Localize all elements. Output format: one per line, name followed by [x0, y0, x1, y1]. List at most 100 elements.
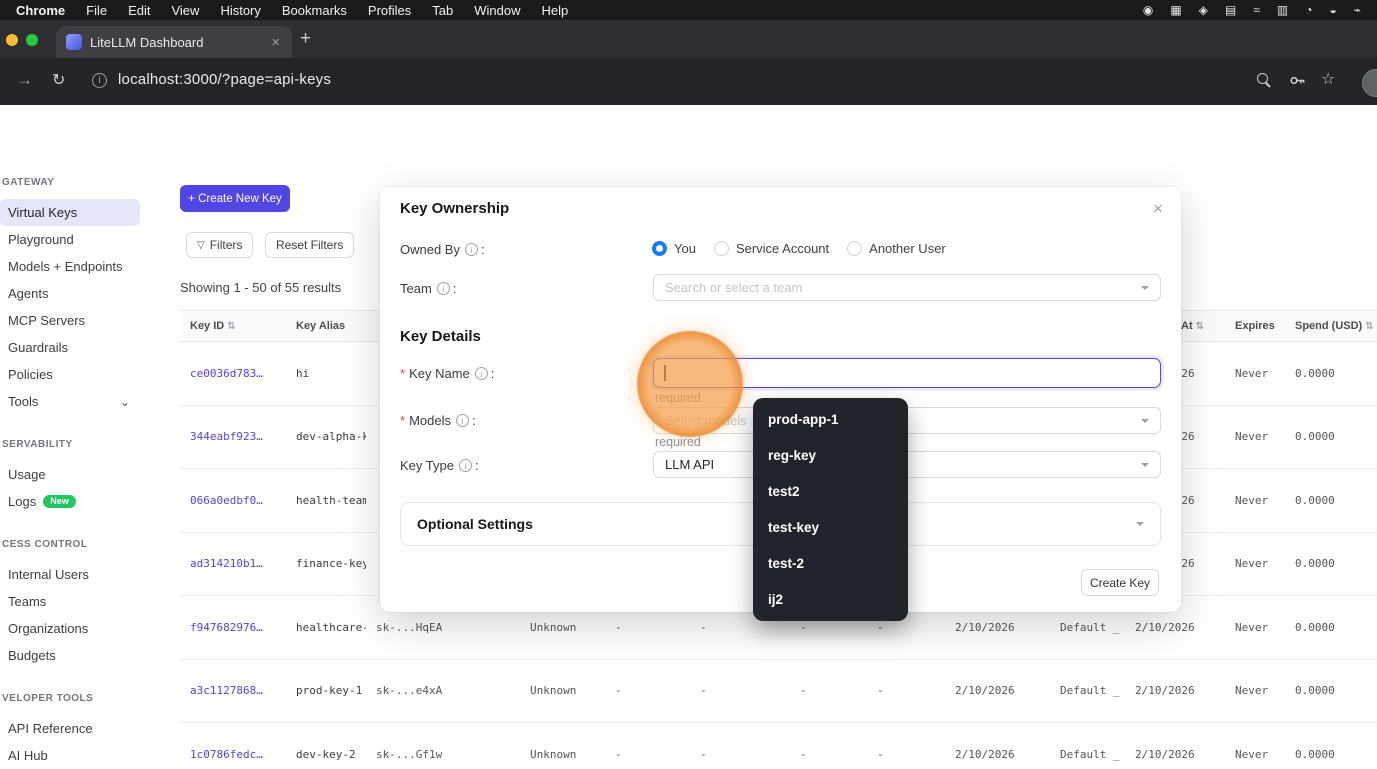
menubar-status-icon[interactable]: ◉ [1143, 0, 1153, 20]
radio-you[interactable]: You [652, 241, 696, 256]
menu-tab[interactable]: Tab [432, 3, 453, 18]
password-key-icon[interactable] [1288, 71, 1307, 95]
sidebar-item-budgets[interactable]: Budgets [0, 642, 140, 669]
new-tab-button[interactable]: + [300, 28, 311, 50]
create-key-button[interactable]: Create Key [1081, 569, 1159, 596]
menu-file[interactable]: File [86, 3, 107, 18]
radio-service-account[interactable]: Service Account [713, 241, 829, 256]
models-label-text: Models [409, 413, 451, 428]
sidebar-item-policies[interactable]: Policies [0, 361, 140, 388]
browser-tab[interactable]: LiteLLM Dashboard × [56, 26, 292, 58]
sidebar-item-tools[interactable]: Tools ⌄ [0, 388, 140, 415]
table-cell: 0.0000 [1295, 620, 1335, 634]
reset-filters-button[interactable]: Reset Filters [265, 232, 355, 258]
sidebar-item-label: AI Hub [8, 748, 48, 763]
sidebar-item-models-endpoints[interactable]: Models + Endpoints [0, 253, 140, 280]
key-id-link[interactable]: ad314210b1… [180, 557, 286, 570]
suggestion-test-2[interactable]: test-2 [753, 545, 908, 581]
sort-icon[interactable]: ⇅ [1196, 321, 1204, 332]
menu-help[interactable]: Help [542, 3, 569, 18]
menu-chrome[interactable]: Chrome [16, 3, 65, 18]
menubar-status-icon[interactable]: ▦ [1170, 0, 1181, 20]
key-id-link[interactable]: 1c0786fedc… [180, 748, 286, 761]
key-id-link[interactable]: a3c1127868… [180, 684, 286, 697]
info-icon[interactable] [455, 414, 469, 427]
close-icon[interactable]: × [1153, 199, 1163, 219]
sidebar-item-teams[interactable]: Teams [0, 588, 140, 615]
sidebar-item-label: MCP Servers [8, 313, 86, 328]
traffic-light-minimize[interactable] [6, 34, 18, 46]
key-id-link[interactable]: 344eabf923… [180, 430, 286, 443]
radio-icon [847, 241, 863, 256]
sidebar-item-api-reference[interactable]: API Reference [0, 715, 140, 742]
suggestion-test2[interactable]: test2 [753, 473, 908, 509]
site-info-icon[interactable] [92, 73, 107, 88]
sidebar-item-mcp-servers[interactable]: MCP Servers [0, 307, 140, 334]
filters-button[interactable]: ▽ Filters [186, 232, 254, 258]
table-cell: 2/10/2026 [955, 747, 1015, 761]
table-cell: sk-...HqEA [376, 620, 443, 634]
sidebar-item-label: Agents [8, 286, 49, 301]
info-icon[interactable] [474, 367, 488, 380]
tab-title: LiteLLM Dashboard [90, 34, 204, 50]
key-id-link[interactable]: 066a0edbf0… [180, 494, 286, 507]
suggestion-ij2[interactable]: ij2 [753, 581, 908, 617]
key-id-link[interactable]: ce0036d783… [180, 367, 286, 380]
info-icon[interactable] [458, 459, 472, 472]
table-cell: Never [1235, 493, 1269, 507]
menu-history[interactable]: History [220, 3, 260, 18]
forward-icon[interactable]: → [16, 70, 33, 90]
traffic-light-zoom[interactable] [26, 34, 38, 46]
menubar-status-icon[interactable]: ▤ [1225, 0, 1236, 20]
team-select-placeholder: Search or select a team [665, 280, 803, 295]
sort-icon[interactable]: ⇅ [1365, 321, 1373, 332]
menubar-status-icon[interactable]: ◒ [1330, 0, 1337, 20]
table-row[interactable]: 1c0786fedc… dev-key-2 sk-...Gf1w Unknown - - -… [180, 723, 1377, 769]
menu-window[interactable]: Window [474, 3, 520, 18]
menubar-status-icon[interactable]: ▥ [1277, 0, 1288, 20]
suggestion-test-key[interactable]: test-key [753, 509, 908, 545]
column-header-spend-usd[interactable]: Spend (USD) ⇅ [1285, 311, 1377, 341]
menubar-status-icon[interactable]: ⌁ [1354, 0, 1361, 20]
radio-another-user[interactable]: Another User [847, 241, 946, 256]
url-bar[interactable]: localhost:3000/?page=api-keys [118, 71, 331, 88]
sidebar-item-playground[interactable]: Playground [0, 226, 140, 253]
reload-icon[interactable]: ↻ [52, 70, 65, 90]
table-cell: - [700, 747, 707, 761]
sidebar-section: GATEWAY Virtual Keys Playground Models + En… [0, 177, 180, 415]
sidebar-item-organizations[interactable]: Organizations [0, 615, 140, 642]
sidebar-item-guardrails[interactable]: Guardrails [0, 334, 140, 361]
table-cell: Never [1235, 747, 1269, 761]
menu-edit[interactable]: Edit [128, 3, 150, 18]
column-header-expires[interactable]: Expires [1225, 311, 1285, 341]
team-select[interactable]: Search or select a team [653, 274, 1161, 301]
suggestion-reg-key[interactable]: reg-key [753, 437, 908, 473]
sort-icon[interactable]: ⇅ [227, 321, 235, 332]
suggestion-prod-app-1[interactable]: prod-app-1 [753, 401, 908, 437]
table-row[interactable]: a3c1127868… prod-key-1 sk-...e4xA Unknown - -… [180, 660, 1377, 723]
info-icon[interactable] [436, 282, 450, 295]
info-icon[interactable] [464, 243, 478, 256]
column-header-key-alias[interactable]: Key Alias [286, 311, 366, 341]
menubar-status-icon[interactable]: ◔ [1305, 0, 1312, 20]
sidebar-item-virtual-keys[interactable]: Virtual Keys [0, 199, 140, 226]
profile-avatar[interactable] [1362, 69, 1377, 97]
sidebar-item-internal-users[interactable]: Internal Users [0, 561, 140, 588]
sidebar-item-usage[interactable]: Usage [0, 461, 140, 488]
menubar-status-icon[interactable]: ◈ [1199, 0, 1208, 20]
column-header-key-id[interactable]: Key ID ⇅ [180, 311, 286, 341]
key-id-link[interactable]: f947682976… [180, 621, 286, 634]
menubar-status-icon[interactable]: ≈ [1253, 0, 1260, 20]
table-cell: - [800, 620, 807, 634]
sidebar-item-ai-hub[interactable]: AI Hub [0, 742, 140, 769]
sidebar-item-logs[interactable]: Logs New [0, 488, 140, 515]
sidebar-item-agents[interactable]: Agents [0, 280, 140, 307]
bookmark-star-icon[interactable]: ☆ [1321, 69, 1335, 89]
key-name-label: * Key Name : [400, 366, 494, 381]
close-tab-icon[interactable]: × [269, 34, 282, 51]
search-icon[interactable] [1257, 73, 1268, 84]
create-new-key-button[interactable]: + Create New Key [180, 185, 290, 212]
menu-bookmarks[interactable]: Bookmarks [282, 3, 347, 18]
menu-profiles[interactable]: Profiles [368, 3, 411, 18]
menu-view[interactable]: View [171, 3, 199, 18]
